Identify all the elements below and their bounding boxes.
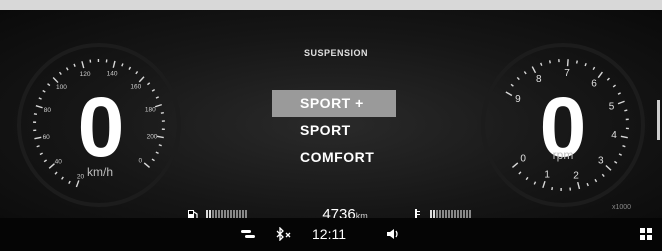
speedometer-tick bbox=[155, 96, 159, 99]
tachometer-tick bbox=[575, 60, 578, 64]
status-bar: 12:11 bbox=[0, 218, 662, 251]
speedometer-tick bbox=[43, 159, 48, 163]
speedometer-tick bbox=[47, 83, 51, 87]
tachometer-tick-label: 7 bbox=[564, 68, 570, 79]
tachometer-tick bbox=[594, 178, 598, 183]
tachometer-tick bbox=[533, 181, 537, 185]
tachometer-tick bbox=[622, 145, 626, 148]
speedometer-tick bbox=[138, 76, 145, 83]
edge-indicator bbox=[657, 100, 660, 140]
speedometer-tick bbox=[151, 88, 156, 92]
tachometer-tick bbox=[624, 109, 628, 112]
speedometer-tick bbox=[34, 136, 42, 140]
tachometer-tick bbox=[510, 83, 514, 87]
suspension-option-comfort[interactable]: COMFORT bbox=[272, 144, 396, 171]
tachometer-tick bbox=[614, 160, 618, 164]
tachometer-tick bbox=[505, 91, 513, 97]
clock: 12:11 bbox=[312, 226, 346, 242]
speedometer-tick bbox=[58, 71, 62, 75]
rpm-multiplier: x1000 bbox=[612, 204, 632, 211]
tachometer-tick-label: 0 bbox=[520, 153, 526, 164]
speedometer-tick bbox=[135, 71, 139, 75]
speedometer-tick bbox=[38, 97, 42, 100]
speedometer-tick bbox=[75, 180, 80, 188]
speedometer-tick bbox=[54, 171, 58, 175]
speedometer-tick bbox=[160, 112, 164, 114]
speedometer-tick bbox=[39, 152, 43, 156]
speed-readout: 0 bbox=[77, 80, 125, 174]
speedometer-tick-label: 140 bbox=[107, 71, 118, 78]
tachometer-tick bbox=[540, 62, 543, 66]
tachometer-tick bbox=[618, 153, 623, 156]
suspension-option-sport[interactable]: SPORT bbox=[272, 117, 396, 144]
speedometer-tick-label: 80 bbox=[44, 107, 52, 114]
volume-icon[interactable] bbox=[386, 227, 400, 244]
tachometer-tick-label: 4 bbox=[611, 130, 617, 141]
tachometer-tick bbox=[523, 71, 527, 75]
tachometer-tick bbox=[586, 182, 589, 187]
tachometer-tick bbox=[548, 60, 551, 64]
tachometer-tick bbox=[617, 92, 621, 95]
suspension-title: SUSPENSION bbox=[303, 48, 368, 58]
speedometer-tick bbox=[36, 145, 40, 148]
speedometer-tick bbox=[68, 180, 71, 184]
suspension-menu: SPORT + SPORT COMFORT bbox=[272, 90, 396, 171]
tachometer-tick bbox=[601, 173, 605, 178]
tachometer-tick bbox=[617, 100, 625, 105]
instrument-cluster: 20 40 60 80 100 120 140 160 180 200 0 0 km/h 01234… bbox=[0, 10, 662, 223]
speedometer-tick bbox=[73, 63, 76, 67]
rpm-unit: rpm bbox=[552, 148, 574, 162]
tachometer-tick-label: 9 bbox=[515, 94, 521, 105]
tachometer-tick bbox=[605, 164, 612, 171]
link-icon[interactable] bbox=[240, 227, 256, 244]
speedometer-tick bbox=[158, 144, 162, 147]
tachometer-tick-label: 5 bbox=[609, 101, 615, 112]
tachometer-tick-label: 3 bbox=[598, 156, 604, 167]
speedometer-tick bbox=[81, 61, 85, 69]
speed-unit: km/h bbox=[86, 165, 113, 179]
suspension-option-sport-plus[interactable]: SPORT + bbox=[272, 90, 396, 117]
speedometer-tick bbox=[151, 158, 155, 162]
speedometer-tick-label: 40 bbox=[55, 158, 63, 165]
speedometer-tick-label: 60 bbox=[43, 134, 51, 141]
tachometer-tick bbox=[606, 77, 610, 81]
speedometer-tick bbox=[52, 77, 59, 84]
apps-grid-icon[interactable] bbox=[640, 227, 652, 243]
speedometer-tick-label: 120 bbox=[80, 71, 91, 78]
tachometer-tick bbox=[518, 171, 522, 175]
tachometer-tick bbox=[584, 62, 587, 67]
speedometer-tick bbox=[155, 151, 159, 155]
speedometer-tick bbox=[112, 60, 116, 68]
tachometer-tick bbox=[597, 71, 603, 79]
speedometer-tick bbox=[143, 162, 151, 168]
speedometer-tick bbox=[146, 82, 151, 86]
speedometer-tick bbox=[65, 67, 69, 71]
speedometer-tick bbox=[42, 89, 46, 93]
tachometer-tick bbox=[566, 59, 569, 67]
tachometer-tick bbox=[551, 186, 554, 191]
tachometer-tick bbox=[592, 66, 596, 71]
speedometer-tick bbox=[33, 113, 38, 116]
bluetooth-off-icon[interactable] bbox=[274, 226, 294, 244]
tachometer-tick bbox=[620, 135, 628, 139]
speedometer-tick bbox=[156, 135, 164, 139]
speedometer-tick bbox=[121, 63, 124, 67]
tachometer-tick bbox=[531, 66, 537, 74]
speedometer-tick bbox=[154, 103, 162, 108]
tachometer-tick bbox=[612, 84, 616, 88]
speedometer-tick bbox=[61, 176, 64, 180]
tachometer-tick bbox=[542, 180, 546, 189]
speedometer-tick-label: 200 bbox=[147, 133, 158, 140]
speedometer-tick bbox=[35, 105, 43, 109]
top-strip bbox=[0, 0, 662, 10]
tachometer-tick bbox=[516, 76, 520, 81]
speedometer-tick-label: 0 bbox=[139, 158, 143, 165]
tachometer-tick bbox=[525, 176, 529, 181]
speedometer-tick bbox=[128, 66, 132, 70]
tachometer-tick bbox=[577, 181, 581, 190]
speedometer-tick-label: 180 bbox=[145, 106, 156, 113]
tachometer-tick bbox=[511, 162, 519, 168]
